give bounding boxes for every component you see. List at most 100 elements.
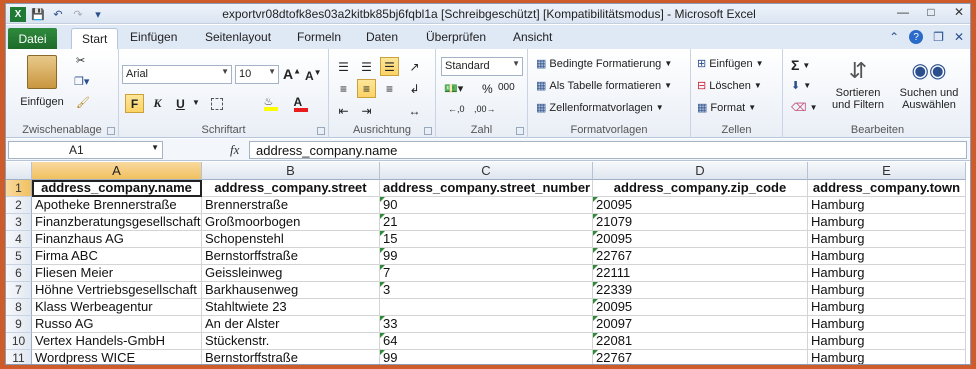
fill-button[interactable]: ⬇ ▼ <box>791 79 811 92</box>
underline-button[interactable]: U <box>171 94 190 113</box>
table-cell[interactable]: Bernstorffstraße <box>202 350 380 364</box>
tab-formulas[interactable]: Formeln <box>297 30 341 44</box>
tab-page-layout[interactable]: Seitenlayout <box>205 30 271 44</box>
close-workbook-icon[interactable]: ✕ <box>954 30 964 44</box>
column-header-e[interactable]: E <box>808 162 966 180</box>
accounting-button[interactable]: 💵▾ <box>444 82 463 95</box>
collapse-ribbon-icon[interactable]: ⌃ <box>889 30 899 44</box>
shrink-font-button[interactable]: A▼ <box>305 68 322 83</box>
merge-center-button[interactable]: ↔ <box>405 101 424 120</box>
row-header[interactable]: 3 <box>6 214 32 231</box>
format-painter-button[interactable]: 🖌 <box>76 96 90 109</box>
tab-start[interactable]: Start <box>71 28 119 50</box>
table-cell[interactable]: Firma ABC <box>32 248 202 265</box>
table-cell[interactable]: Hamburg <box>808 316 966 333</box>
table-cell[interactable]: 7 <box>380 265 593 282</box>
table-cell[interactable]: 22339 <box>593 282 808 299</box>
font-launcher-icon[interactable] <box>317 127 325 135</box>
row-header[interactable]: 6 <box>6 265 32 282</box>
thousands-button[interactable]: 000 <box>498 82 515 93</box>
formula-input[interactable]: address_company.name <box>249 141 967 159</box>
tab-review[interactable]: Überprüfen <box>426 30 486 44</box>
insert-function-button[interactable]: fx <box>230 142 239 158</box>
table-cell[interactable]: Barkhausenweg <box>202 282 380 299</box>
tab-file[interactable]: Datei <box>8 28 57 49</box>
name-box[interactable]: A1 ▼ <box>8 141 163 159</box>
tab-view[interactable]: Ansicht <box>513 30 552 44</box>
font-color-button[interactable]: A <box>291 94 310 113</box>
clipboard-launcher-icon[interactable] <box>107 127 115 135</box>
number-launcher-icon[interactable] <box>516 127 524 135</box>
column-header-c[interactable]: C <box>380 162 593 180</box>
tab-data[interactable]: Daten <box>366 30 398 44</box>
row-header[interactable]: 9 <box>6 316 32 333</box>
table-cell[interactable]: Hamburg <box>808 282 966 299</box>
header-cell[interactable]: address_company.town <box>808 180 966 197</box>
format-cells-button[interactable]: ▦ Format ▼ <box>697 101 756 115</box>
row-header[interactable]: 7 <box>6 282 32 299</box>
close-icon[interactable]: ✕ <box>952 5 966 19</box>
wrap-text-button[interactable]: ↲ <box>405 79 424 98</box>
table-cell[interactable]: 90 <box>380 197 593 214</box>
grow-font-button[interactable]: A▲ <box>283 66 301 82</box>
decrease-indent-button[interactable]: ⇤ <box>334 101 353 120</box>
table-cell[interactable]: 22081 <box>593 333 808 350</box>
row-header[interactable]: 5 <box>6 248 32 265</box>
orientation-button[interactable]: ↗ <box>405 57 424 76</box>
table-cell[interactable]: 20095 <box>593 197 808 214</box>
table-cell[interactable]: Höhne Vertriebsgesellschaft <box>32 282 202 299</box>
table-cell[interactable]: Stückenstr. <box>202 333 380 350</box>
header-cell[interactable]: address_company.zip_code <box>593 180 808 197</box>
table-cell[interactable]: Hamburg <box>808 197 966 214</box>
table-cell[interactable]: Hamburg <box>808 248 966 265</box>
help-icon[interactable]: ? <box>909 30 924 44</box>
align-middle-button[interactable]: ☰ <box>357 57 376 76</box>
table-cell[interactable]: 22767 <box>593 248 808 265</box>
table-cell[interactable]: Geissleinweg <box>202 265 380 282</box>
percent-button[interactable]: % <box>482 82 493 96</box>
table-cell[interactable]: 15 <box>380 231 593 248</box>
delete-cells-button[interactable]: ⊟ Löschen ▼ <box>697 79 762 93</box>
table-cell[interactable]: Großmoorbogen <box>202 214 380 231</box>
table-cell[interactable]: Bernstorffstraße <box>202 248 380 265</box>
column-header-a[interactable]: A <box>32 162 202 180</box>
borders-button[interactable] <box>207 94 226 113</box>
table-cell[interactable]: Vertex Handels-GmbH <box>32 333 202 350</box>
table-cell[interactable]: Schopenstehl <box>202 231 380 248</box>
table-cell[interactable]: 99 <box>380 248 593 265</box>
table-cell[interactable]: Finanzhaus AG <box>32 231 202 248</box>
alignment-launcher-icon[interactable] <box>424 127 432 135</box>
row-header[interactable]: 2 <box>6 197 32 214</box>
chevron-down-icon[interactable]: ▼ <box>151 143 159 152</box>
table-cell[interactable]: Wordpress WICE <box>32 350 202 364</box>
table-cell[interactable]: Hamburg <box>808 231 966 248</box>
table-cell[interactable]: Finanzberatungsgesellschaft <box>32 214 202 231</box>
table-cell[interactable]: 22767 <box>593 350 808 364</box>
table-cell[interactable] <box>380 299 593 316</box>
table-cell[interactable]: Apotheke Brennerstraße <box>32 197 202 214</box>
select-all-corner[interactable] <box>6 162 32 180</box>
increase-indent-button[interactable]: ⇥ <box>357 101 376 120</box>
insert-cells-button[interactable]: ⊞ Einfügen ▼ <box>697 57 764 71</box>
table-cell[interactable]: 3 <box>380 282 593 299</box>
autosum-button[interactable]: Σ ▼ <box>791 57 810 73</box>
cut-button[interactable]: ✂ <box>76 54 85 67</box>
table-cell[interactable]: Brennerstraße <box>202 197 380 214</box>
conditional-formatting-button[interactable]: ▦ Bedingte Formatierung ▼ <box>536 57 672 71</box>
table-cell[interactable]: Russo AG <box>32 316 202 333</box>
table-cell[interactable]: Hamburg <box>808 350 966 364</box>
fill-color-button[interactable]: ♨ <box>261 94 280 113</box>
font-size-select[interactable]: 10 ▼ <box>235 65 279 84</box>
header-cell[interactable]: address_company.street_number <box>380 180 593 197</box>
cell-styles-button[interactable]: ▦ Zellenformatvorlagen ▼ <box>536 101 664 115</box>
underline-dropdown[interactable]: ▼ <box>192 98 200 107</box>
table-cell[interactable]: 20095 <box>593 231 808 248</box>
table-cell[interactable]: 33 <box>380 316 593 333</box>
table-cell[interactable]: 22111 <box>593 265 808 282</box>
table-cell[interactable]: 21 <box>380 214 593 231</box>
font-family-select[interactable]: Arial ▼ <box>122 65 232 84</box>
align-right-button[interactable]: ≡ <box>380 79 399 98</box>
align-center-button[interactable]: ≡ <box>357 79 376 98</box>
find-select-button[interactable]: ◉◉ Suchen und Auswählen <box>891 55 967 111</box>
increase-decimal-button[interactable]: ←,0 <box>448 104 465 114</box>
